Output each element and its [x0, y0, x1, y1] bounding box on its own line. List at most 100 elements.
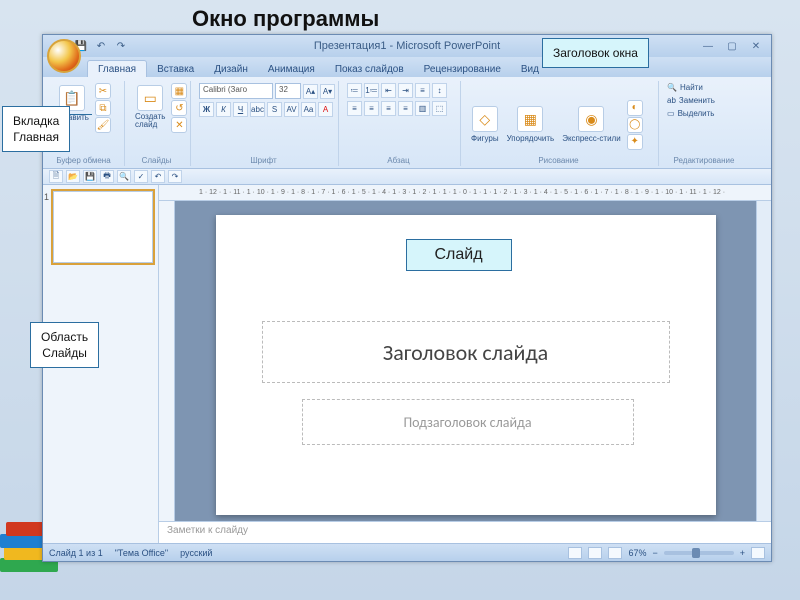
align-left-icon[interactable]: ≡ — [347, 101, 362, 116]
indent-dec-icon[interactable]: ⇤ — [381, 83, 396, 98]
q-new-icon[interactable]: 🗎 — [49, 170, 63, 183]
italic-icon[interactable]: К — [216, 102, 231, 117]
group-font-title: Шрифт — [193, 156, 334, 165]
close-button[interactable]: ✕ — [747, 39, 765, 53]
callout-slides-pane: Область Слайды — [30, 322, 99, 368]
status-lang: русский — [180, 548, 212, 558]
new-slide-label: Создать слайд — [135, 113, 165, 129]
select-button[interactable]: ▭Выделить — [667, 109, 715, 118]
q-undo-icon[interactable]: ↶ — [151, 170, 165, 183]
workspace: 1 · 12 · 1 · 11 · 1 · 10 · 1 · 9 · 1 · 8… — [43, 185, 771, 543]
justify-icon[interactable]: ≡ — [398, 101, 413, 116]
maximize-button[interactable]: ▢ — [723, 39, 741, 53]
columns-icon[interactable]: ▥ — [415, 101, 430, 116]
font-size-box[interactable]: 32 — [275, 83, 301, 99]
align-center-icon[interactable]: ≡ — [364, 101, 379, 116]
zoom-out-icon[interactable]: − — [652, 548, 657, 558]
shapes-icon: ◇ — [472, 106, 498, 132]
title-bar: 💾 ↶ ↷ Презентация1 - Microsoft PowerPoin… — [43, 35, 771, 57]
slide-thumbnail-1[interactable] — [53, 191, 153, 263]
tab-review[interactable]: Рецензирование — [414, 61, 511, 77]
underline-icon[interactable]: Ч — [233, 102, 248, 117]
fit-button[interactable] — [751, 547, 765, 559]
align-right-icon[interactable]: ≡ — [381, 101, 396, 116]
format-painter-icon[interactable]: 🖌 — [95, 117, 111, 133]
shape-outline-icon[interactable]: ◯ — [627, 117, 643, 133]
group-clipboard-title: Буфер обмена — [47, 156, 120, 165]
delete-slide-icon[interactable]: ✕ — [171, 117, 187, 133]
copy-icon[interactable]: ⧉ — [95, 100, 111, 116]
minimize-button[interactable]: — — [699, 39, 717, 53]
shrink-font-icon[interactable]: A▾ — [320, 84, 335, 99]
shape-effects-icon[interactable]: ✦ — [627, 134, 643, 150]
numbering-icon[interactable]: 1≔ — [364, 83, 379, 98]
status-bar: Слайд 1 из 1 "Тема Office" русский 67% −… — [43, 543, 771, 561]
status-slide-info: Слайд 1 из 1 — [49, 548, 103, 558]
normal-view-button[interactable] — [568, 547, 582, 559]
page-title: Окно программы — [192, 6, 379, 32]
callout-title-bar: Заголовок окна — [542, 38, 649, 68]
title-placeholder[interactable]: Заголовок слайда — [262, 321, 670, 383]
q-print-icon[interactable]: 🖶 — [100, 170, 114, 183]
group-editing-title: Редактирование — [661, 156, 747, 165]
arrange-label: Упорядочить — [507, 134, 555, 143]
spacing-icon[interactable]: AV — [284, 102, 299, 117]
smartart-icon[interactable]: ⬚ — [432, 101, 447, 116]
cut-icon[interactable]: ✂ — [95, 83, 111, 99]
shapes-label: Фигуры — [471, 134, 499, 143]
zoom-in-icon[interactable]: + — [740, 548, 745, 558]
replace-button[interactable]: abЗаменить — [667, 96, 715, 105]
callout-tab-home: Вкладка Главная — [2, 106, 70, 152]
subtitle-placeholder[interactable]: Подзаголовок слайда — [302, 399, 634, 445]
find-icon: 🔍 — [667, 83, 677, 92]
sorter-view-button[interactable] — [588, 547, 602, 559]
shapes-button[interactable]: ◇ Фигуры — [469, 104, 501, 145]
arrange-icon: ▦ — [517, 106, 543, 132]
new-slide-icon: ▭ — [137, 85, 163, 111]
window-title: Презентация1 - Microsoft PowerPoint — [314, 40, 500, 52]
office-button[interactable] — [47, 39, 81, 73]
ribbon-group-font: Calibri (Заго 32 A▴ A▾ Ж К Ч abc S AV Aa… — [193, 81, 339, 166]
text-dir-icon[interactable]: ↕ — [432, 83, 447, 98]
arrange-button[interactable]: ▦ Упорядочить — [505, 104, 557, 145]
find-button[interactable]: 🔍Найти — [667, 83, 715, 92]
q-spell-icon[interactable]: ✓ — [134, 170, 148, 183]
font-color-icon[interactable]: A — [318, 102, 333, 117]
slideshow-view-button[interactable] — [608, 547, 622, 559]
notes-pane[interactable]: Заметки к слайду — [159, 521, 771, 543]
zoom-slider[interactable] — [664, 551, 734, 555]
case-icon[interactable]: Aa — [301, 102, 316, 117]
tab-design[interactable]: Дизайн — [204, 61, 258, 77]
shadow-icon[interactable]: S — [267, 102, 282, 117]
line-spacing-icon[interactable]: ≡ — [415, 83, 430, 98]
bold-icon[interactable]: Ж — [199, 102, 214, 117]
redo-icon[interactable]: ↷ — [113, 38, 129, 54]
quick-access-toolbar: 💾 ↶ ↷ — [73, 38, 129, 54]
vertical-scrollbar[interactable] — [756, 201, 771, 521]
font-name-box[interactable]: Calibri (Заго — [199, 83, 273, 99]
replace-icon: ab — [667, 96, 676, 105]
quick-styles-button[interactable]: ◉ Экспресс-стили — [560, 104, 623, 145]
reset-icon[interactable]: ↺ — [171, 100, 187, 116]
styles-label: Экспресс-стили — [562, 134, 621, 143]
indent-inc-icon[interactable]: ⇥ — [398, 83, 413, 98]
strike-icon[interactable]: abc — [250, 102, 265, 117]
bullets-icon[interactable]: ≔ — [347, 83, 362, 98]
q-redo-icon[interactable]: ↷ — [168, 170, 182, 183]
grow-font-icon[interactable]: A▴ — [303, 84, 318, 99]
layout-icon[interactable]: ▦ — [171, 83, 187, 99]
zoom-value: 67% — [628, 548, 646, 558]
tab-slideshow[interactable]: Показ слайдов — [325, 61, 414, 77]
q-open-icon[interactable]: 📂 — [66, 170, 80, 183]
undo-icon[interactable]: ↶ — [93, 38, 109, 54]
group-paragraph-title: Абзац — [341, 156, 456, 165]
shape-fill-icon[interactable]: ◐ — [627, 100, 643, 116]
tab-animation[interactable]: Анимация — [258, 61, 325, 77]
tab-insert[interactable]: Вставка — [147, 61, 204, 77]
new-slide-button[interactable]: ▭ Создать слайд — [133, 83, 167, 131]
q-save-icon[interactable]: 💾 — [83, 170, 97, 183]
tab-home[interactable]: Главная — [87, 60, 147, 77]
slide[interactable]: Слайд Заголовок слайда Подзаголовок слай… — [216, 215, 716, 515]
q-preview-icon[interactable]: 🔍 — [117, 170, 131, 183]
slide-canvas-area[interactable]: Слайд Заголовок слайда Подзаголовок слай… — [175, 201, 756, 521]
